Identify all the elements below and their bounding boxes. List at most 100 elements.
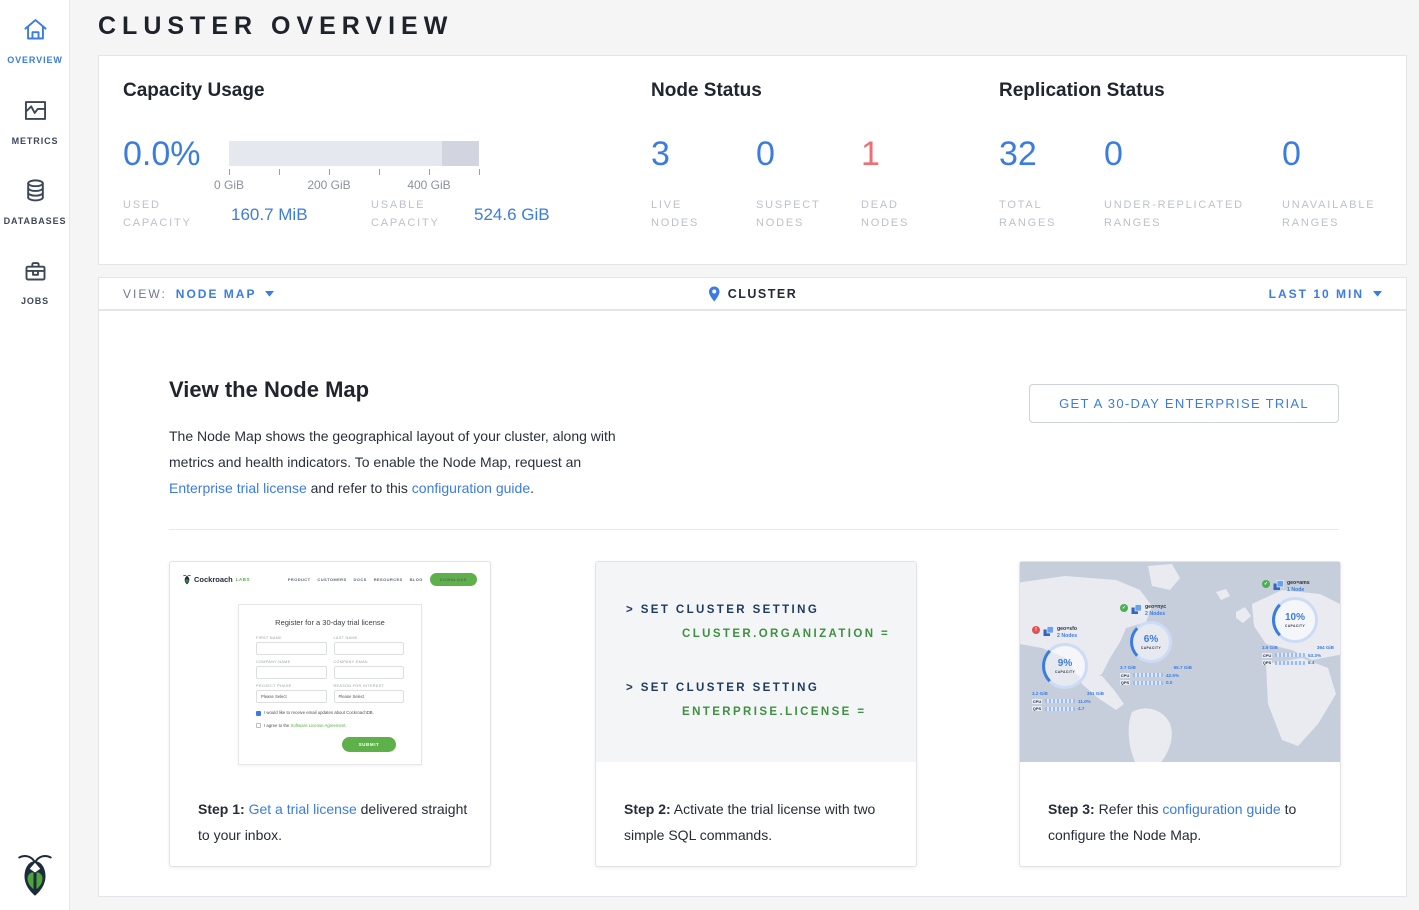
software-license-link: Software License Agreement.: [291, 723, 347, 728]
form-fields: FIRST NAME LAST NAME COMPANY NAME COMPAN…: [256, 636, 404, 703]
submit-pill: SUBMIT: [342, 737, 396, 752]
capacity-range: 3.2 GiB 351 GiB: [1032, 691, 1104, 696]
brand-name: Cockroach: [194, 575, 233, 584]
nav-item: CUSTOMERS: [317, 577, 346, 582]
sidebar-item-jobs[interactable]: JOBS: [0, 257, 70, 306]
sidebar-item-databases[interactable]: DATABASES: [0, 177, 70, 226]
section-divider: [169, 529, 1339, 530]
cockroach-labs-logo-icon: [0, 850, 70, 898]
scope-label: CLUSTER: [728, 287, 798, 301]
text-input: [334, 666, 405, 679]
locality-label: geo=sfo: [1057, 626, 1077, 632]
suspect-nodes-label: SUSPECTNODES: [756, 196, 821, 232]
sql-line: > SET CLUSTER SETTING: [626, 604, 819, 616]
enterprise-trial-license-link[interactable]: Enterprise trial license: [169, 480, 307, 496]
replication-status-title: Replication Status: [999, 80, 1165, 102]
checkbox-label: I would like to receive email updates ab…: [264, 710, 374, 715]
used-capacity-value: 160.7 MiB: [231, 205, 308, 225]
total-ranges-value: 32: [999, 137, 1037, 171]
brand-suffix: LABS: [236, 577, 250, 582]
cpu-bar: [1045, 699, 1075, 703]
select-input: Please Select: [334, 690, 405, 703]
capacity-ring: 6% CAPACITY: [1130, 621, 1172, 663]
map-pin-icon: [708, 286, 720, 302]
text-input: [256, 666, 327, 679]
metrics-chart-icon: [22, 97, 49, 129]
cpu-value: 42.5%: [1166, 673, 1179, 678]
gauge-used-segment: [229, 141, 442, 166]
trial-register-form: Register for a 30-day trial license FIRS…: [238, 604, 422, 765]
qps-label: QPS: [1120, 680, 1130, 685]
sidebar-item-metrics[interactable]: METRICS: [0, 97, 70, 146]
capacity-gauge: [229, 141, 479, 166]
cpu-bar: [1133, 673, 1163, 677]
view-toolbar: VIEW: NODE MAP CLUSTER LAST 10 MIN: [98, 277, 1407, 310]
nav-item: PRODUCT: [288, 577, 311, 582]
trial-site-nav: PRODUCT CUSTOMERS DOCS RESOURCES BLOG DO…: [288, 573, 477, 586]
gauge-tick-label: 0 GiB: [214, 178, 244, 192]
database-icon: [22, 177, 49, 209]
used-gib: 3.2 GiB: [1032, 691, 1048, 696]
node-map-panel: View the Node Map The Node Map shows the…: [98, 310, 1407, 897]
total-gib: 65.7 GiB: [1174, 665, 1192, 670]
qps-label: QPS: [1032, 706, 1042, 711]
locality-badge-sfo: geo=sfo 2 Nodes 9% CAPACITY 3.2 GiB 351 …: [1032, 626, 1108, 711]
unavailable-ranges-value: 0: [1282, 137, 1301, 171]
checkbox-icon: [256, 723, 261, 728]
view-selected-value: NODE MAP: [176, 287, 257, 301]
briefcase-icon: [22, 257, 49, 289]
usable-capacity-value: 524.6 GiB: [474, 205, 550, 225]
node-map-description: The Node Map shows the geographical layo…: [169, 423, 627, 501]
time-range-dropdown[interactable]: LAST 10 MIN: [1269, 287, 1382, 301]
description-text: The Node Map shows the geographical layo…: [169, 428, 616, 470]
unavailable-ranges-label: UNAVAILABLERANGES: [1282, 196, 1375, 232]
cpu-row: CPU 42.5%: [1120, 673, 1196, 678]
qps-row: QPS 8.4: [1262, 660, 1338, 665]
capacity-arc: [1042, 643, 1088, 689]
scope-breadcrumb: CLUSTER: [708, 286, 798, 302]
sidebar: OVERVIEW METRICS DATABASES JOBS: [0, 0, 70, 910]
select-input: Please Select: [256, 690, 327, 703]
dead-status-icon: [1032, 626, 1040, 634]
gauge-tick: [229, 169, 230, 175]
step-number: Step 2:: [624, 801, 671, 817]
cpu-label: CPU: [1262, 653, 1272, 658]
configuration-guide-link[interactable]: configuration guide: [412, 480, 530, 496]
cpu-bar: [1275, 653, 1305, 657]
cluster-summary-panel: Capacity Usage 0.0% 0 GiB 200 GiB 400 Gi…: [98, 55, 1407, 265]
cpu-row: CPU 11.0%: [1032, 699, 1108, 704]
step2-caption: Step 2: Activate the trial license with …: [624, 796, 894, 848]
form-field: COMPANY EMAIL: [334, 660, 405, 679]
view-selector-dropdown[interactable]: VIEW: NODE MAP: [123, 287, 274, 301]
sql-code-block: > SET CLUSTER SETTING CLUSTER.ORGANIZATI…: [596, 562, 916, 762]
node-count: 1 Node: [1287, 587, 1310, 593]
total-gib: 351 GiB: [1087, 691, 1104, 696]
chevron-down-icon: [265, 291, 274, 297]
sidebar-item-overview[interactable]: OVERVIEW: [0, 16, 70, 65]
sql-line: CLUSTER.ORGANIZATION =: [682, 628, 890, 640]
locality-label: geo=ams: [1287, 580, 1310, 586]
sql-line: ENTERPRISE.LICENSE =: [682, 706, 866, 718]
qps-value: 4.7: [1078, 706, 1084, 711]
sidebar-item-label: METRICS: [12, 136, 59, 146]
badge-identity: geo=sfo 2 Nodes: [1057, 626, 1077, 639]
enterprise-trial-button[interactable]: GET A 30-DAY ENTERPRISE TRIAL: [1029, 384, 1339, 423]
locality-badge-nyc: geo=nyc 2 Nodes 6% CAPACITY 3.7 GiB 65.7…: [1120, 604, 1196, 685]
gauge-tick: [429, 169, 430, 175]
locality-badge-ams: geo=ams 1 Node 10% CAPACITY 3.6 GiB 364 …: [1262, 580, 1338, 665]
badge-identity: geo=ams 1 Node: [1287, 580, 1310, 593]
configuration-guide-link[interactable]: configuration guide: [1162, 801, 1280, 817]
nodes-cubes-icon: [1131, 604, 1142, 615]
description-text: and refer to this: [307, 480, 412, 496]
capacity-ring: 9% CAPACITY: [1042, 643, 1088, 689]
gauge-tick: [279, 169, 280, 175]
trial-site-brand: Cockroach LABS: [183, 574, 250, 585]
get-trial-license-link[interactable]: Get a trial license: [249, 801, 357, 817]
gauge-tick-label: 400 GiB: [407, 178, 450, 192]
form-field: PROJECT PHASEPlease Select: [256, 684, 327, 703]
capacity-ring: 10% CAPACITY: [1272, 597, 1318, 643]
qps-label: QPS: [1262, 660, 1272, 665]
sidebar-item-label: OVERVIEW: [7, 55, 63, 65]
nodes-cubes-icon: [1043, 626, 1054, 637]
step3-caption: Step 3: Refer this configuration guide t…: [1048, 796, 1318, 848]
